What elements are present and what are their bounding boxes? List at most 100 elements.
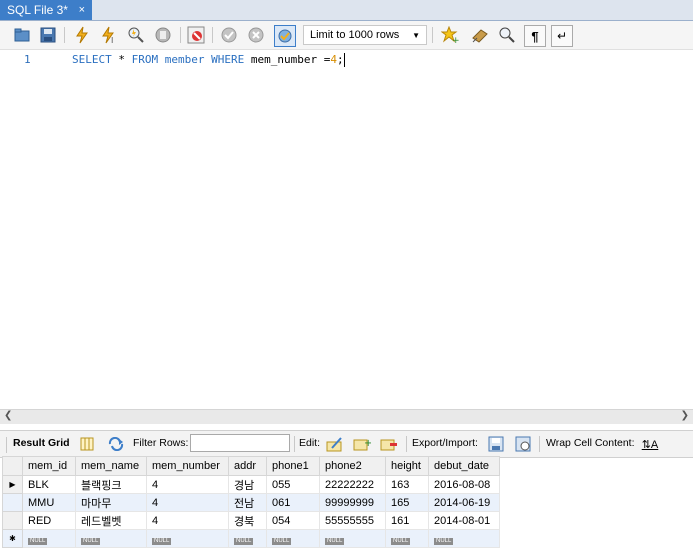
null-badge: NULL [81,537,101,545]
autocommit-icon[interactable] [274,25,296,47]
scroll-left-icon[interactable]: ❮ [4,410,12,421]
null-cell[interactable]: NULL [428,529,500,548]
cell[interactable]: 4 [146,511,229,530]
limit-rows-select-box[interactable]: Limit to 1000 rows ▼ [303,25,427,45]
null-badge: NULL [234,537,254,545]
beautify-icon[interactable] [470,25,490,45]
explain-icon[interactable] [126,25,146,45]
cell[interactable]: 4 [146,493,229,512]
null-cell[interactable]: NULL [22,529,76,548]
column-header[interactable]: mem_id [22,456,76,476]
row-header[interactable] [2,511,23,530]
toggle-error-icon[interactable] [186,25,206,45]
add-row-icon[interactable]: + [352,434,372,454]
filter-rows-input[interactable] [190,434,290,452]
cell[interactable]: 2014-08-01 [428,511,500,530]
cell[interactable]: BLK [22,475,76,494]
svg-text:+: + [452,36,459,44]
table-row[interactable]: MMU 마마무 4 전남 061 99999999 165 2014-06-19 [2,493,500,512]
keyword-select: SELECT [72,53,112,66]
commit-icon[interactable] [219,25,239,45]
cell[interactable]: 마마무 [75,493,147,512]
cell[interactable]: 2014-06-19 [428,493,500,512]
cell[interactable]: 165 [385,493,429,512]
bookmark-icon[interactable]: + [440,25,460,45]
delete-row-icon[interactable] [379,434,399,454]
execute-icon[interactable] [72,25,92,45]
cell[interactable]: 055 [266,475,320,494]
column-header[interactable]: mem_name [75,456,147,476]
grid-header-row: mem_id mem_name mem_number addr phone1 p… [2,456,500,476]
cell[interactable]: 061 [266,493,320,512]
null-cell[interactable]: NULL [228,529,267,548]
cell[interactable]: 전남 [228,493,267,512]
cell[interactable]: 2016-08-08 [428,475,500,494]
import-icon[interactable] [514,434,534,454]
find-icon[interactable] [497,25,517,45]
wrap-cell-icon[interactable]: ⇅A [640,434,660,454]
null-cell[interactable]: NULL [266,529,320,548]
cell[interactable]: 4 [146,475,229,494]
new-row-marker-icon: ✱ [2,529,23,548]
null-badge: NULL [272,537,292,545]
null-cell[interactable]: NULL [75,529,147,548]
condition-value: 4 [330,53,337,66]
tab-sql-file-3[interactable]: SQL File 3* × [0,0,92,20]
scroll-right-icon[interactable]: ❯ [681,410,689,421]
form-view-icon[interactable] [77,434,97,454]
column-header[interactable]: phone2 [319,456,386,476]
editor-horizontal-scrollbar[interactable]: ❮ ❯ [0,409,693,424]
toolbar-separator [64,27,65,43]
stop-icon[interactable] [153,25,173,45]
row-pointer-icon[interactable]: ▶ [2,475,23,494]
table-name: member [158,53,212,66]
execute-current-icon[interactable]: I [99,25,119,45]
cell[interactable]: 블랙핑크 [75,475,147,494]
toolbar-separator [294,436,295,452]
table-row[interactable]: RED 레드벨벳 4 경북 054 55555555 161 2014-08-0… [2,511,500,530]
close-icon[interactable]: × [79,4,85,16]
null-badge: NULL [391,537,411,545]
cell[interactable]: 22222222 [319,475,386,494]
cell[interactable]: RED [22,511,76,530]
column-header[interactable]: mem_number [146,456,229,476]
column-header[interactable]: addr [228,456,267,476]
cell[interactable]: 161 [385,511,429,530]
toolbar-separator [432,27,433,43]
cell[interactable]: 경남 [228,475,267,494]
null-cell[interactable]: NULL [319,529,386,548]
cell[interactable]: 경북 [228,511,267,530]
null-badge: NULL [152,537,172,545]
null-cell[interactable]: NULL [385,529,429,548]
refresh-icon[interactable] [106,434,126,454]
column-header[interactable]: phone1 [266,456,320,476]
new-row[interactable]: ✱ NULL NULL NULL NULL NULL NULL NULL NUL… [2,529,500,548]
table-row[interactable]: ▶ BLK 블랙핑크 4 경남 055 22222222 163 2016-08… [2,475,500,494]
cell[interactable]: 레드벨벳 [75,511,147,530]
save-icon[interactable] [38,25,58,45]
cell[interactable]: 163 [385,475,429,494]
tab-title: SQL File 3* [7,3,68,17]
cell[interactable]: MMU [22,493,76,512]
cell[interactable]: 054 [266,511,320,530]
result-grid-label[interactable]: Result Grid [13,437,70,449]
result-grid[interactable]: mem_id mem_name mem_number addr phone1 p… [2,456,500,548]
invisible-chars-icon[interactable]: ¶ [524,25,546,47]
column-header[interactable]: height [385,456,429,476]
filter-rows-label: Filter Rows: [133,437,189,449]
edit-row-icon[interactable] [325,434,345,454]
row-header[interactable] [2,493,23,512]
cell[interactable]: 99999999 [319,493,386,512]
sql-editor[interactable] [0,50,693,408]
null-badge: NULL [325,537,345,545]
rollback-icon[interactable] [246,25,266,45]
null-badge: NULL [28,537,48,545]
column-header[interactable]: debut_date [428,456,500,476]
toolbar-separator [406,436,407,452]
cell[interactable]: 55555555 [319,511,386,530]
open-folder-icon[interactable] [12,25,32,45]
export-icon[interactable] [487,434,507,454]
wrap-icon[interactable]: ↵ [551,25,573,47]
null-cell[interactable]: NULL [146,529,229,548]
sql-code-line[interactable]: SELECT * FROM member WHERE mem_number =4… [72,53,345,67]
